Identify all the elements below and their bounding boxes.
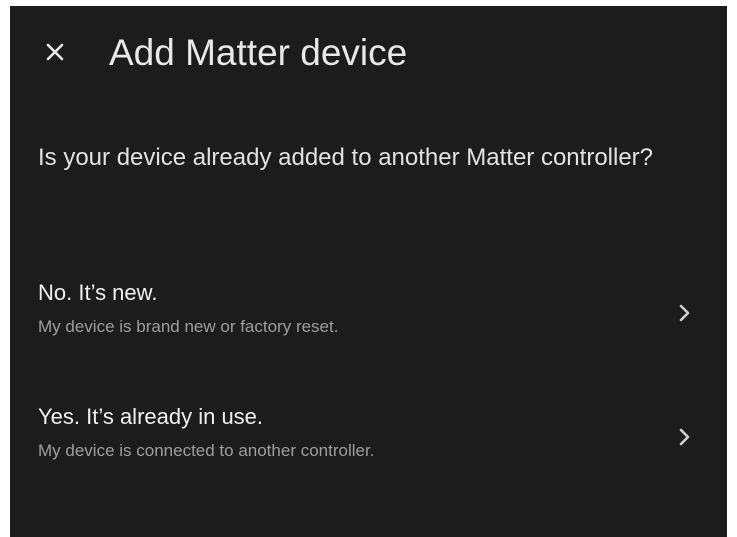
option-subtitle: My device is brand new or factory reset.: [38, 317, 339, 336]
option-new-device[interactable]: No. It’s new. My device is brand new or …: [10, 268, 727, 360]
option-title: No. It’s new.: [38, 280, 158, 305]
option-subtitle: My device is connected to another contro…: [38, 441, 375, 460]
dialog-title: Add Matter device: [109, 32, 408, 73]
add-matter-device-dialog: Add Matter device Is your device already…: [10, 6, 727, 537]
dialog-header: Add Matter device: [10, 6, 727, 102]
close-button[interactable]: [36, 32, 76, 72]
close-icon: [46, 43, 64, 61]
option-title: Yes. It’s already in use.: [38, 404, 264, 429]
chevron-right-icon: [677, 301, 693, 325]
option-already-in-use[interactable]: Yes. It’s already in use. My device is c…: [10, 392, 727, 484]
chevron-right-icon: [677, 425, 693, 449]
question-text: Is your device already added to another …: [38, 144, 654, 171]
